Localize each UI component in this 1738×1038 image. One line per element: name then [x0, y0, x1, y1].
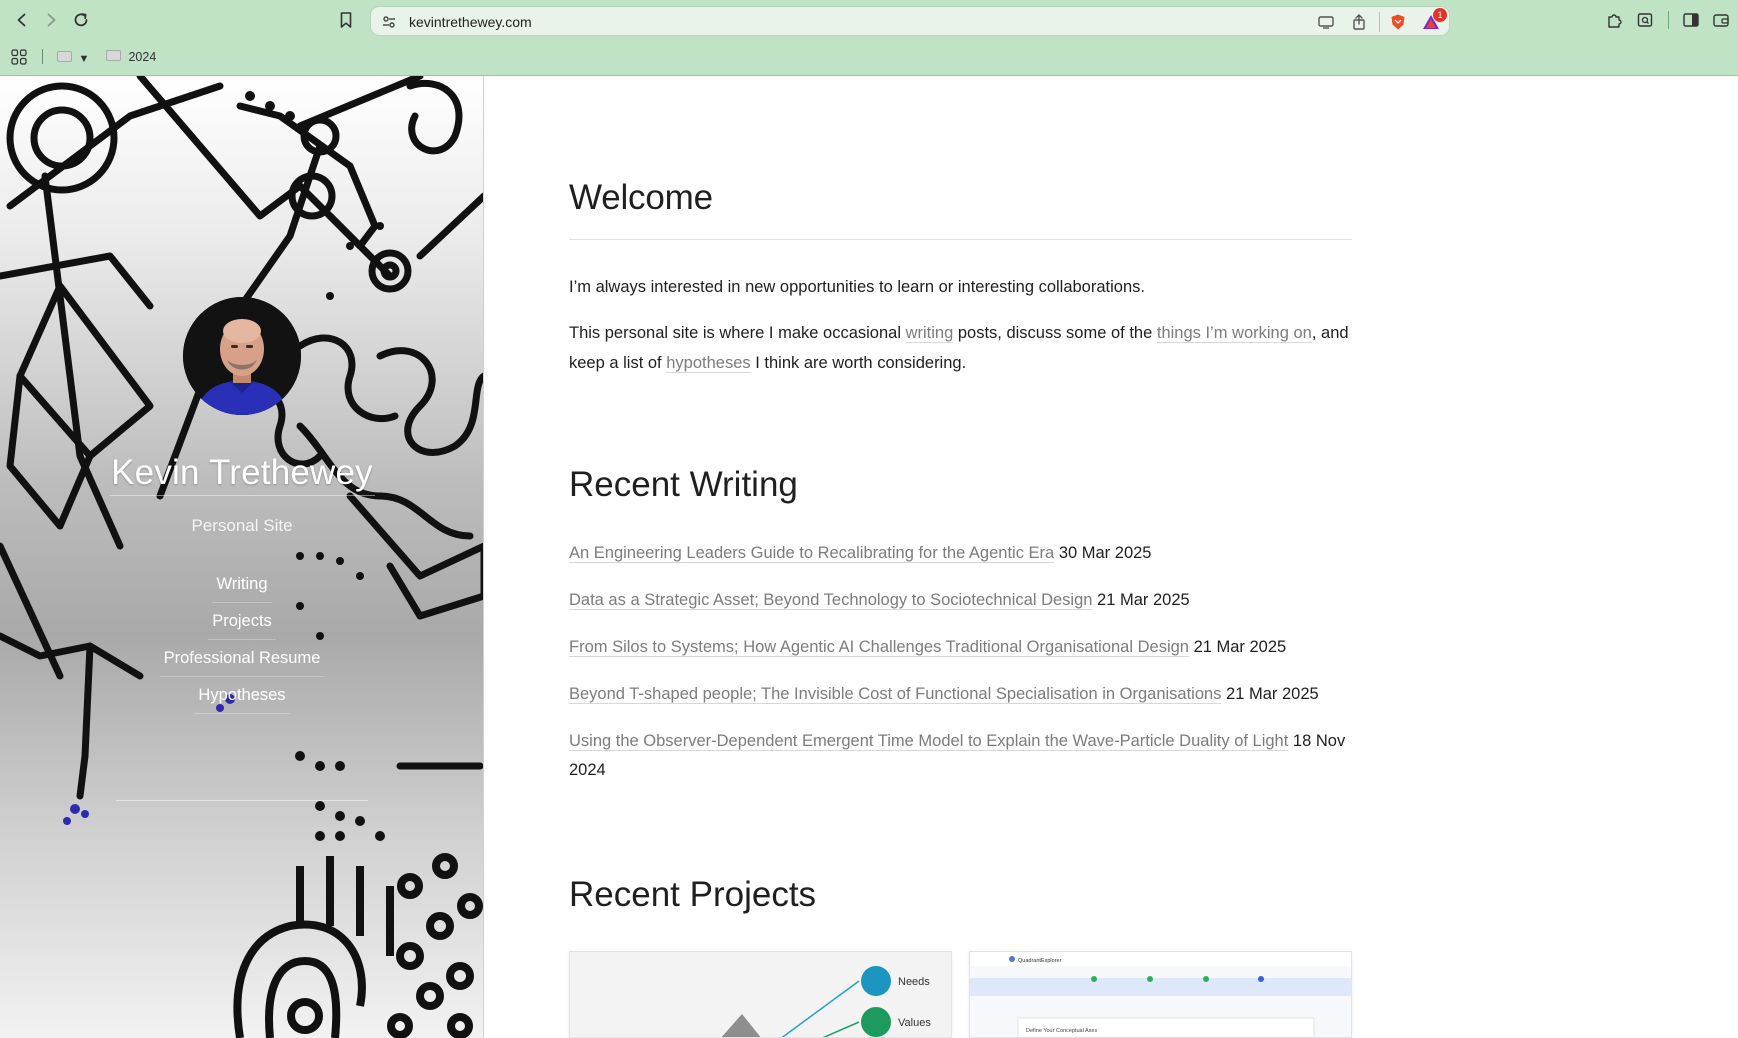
back-icon[interactable] — [10, 8, 34, 32]
recent-projects-heading: Recent Projects — [569, 875, 817, 914]
thumb-label-values: Values — [898, 1017, 931, 1029]
site-owner-name[interactable]: Kevin Trethewey — [0, 453, 483, 496]
post-link[interactable]: Data as a Strategic Asset; Beyond Techno… — [569, 591, 1093, 610]
nav-link-resume[interactable]: Professional Resume — [159, 640, 325, 677]
thumb-row-label: Define Your Conceptual Axes — [1026, 1028, 1097, 1034]
bookmark-folder-dropdown[interactable]: ▼ — [57, 51, 89, 65]
url-text[interactable]: kevintrethewey.com — [409, 14, 532, 30]
bookmarks-bar: ▼ 2024 — [0, 44, 1738, 70]
profile-sidebar: Kevin Trethewey Personal Site Writing Pr… — [0, 76, 484, 1038]
list-item: From Silos to Systems; How Agentic AI Ch… — [569, 633, 1352, 662]
extensions-icon[interactable] — [1603, 8, 1627, 32]
sidebar-nav: Writing Projects Professional Resume Hyp… — [0, 566, 483, 714]
writing-link[interactable]: writing — [905, 324, 954, 343]
sidebar-toggle-icon[interactable] — [1679, 8, 1703, 32]
sidebar-divider — [116, 800, 368, 801]
list-item: An Engineering Leaders Guide to Recalibr… — [569, 539, 1352, 568]
alert-badge: 1 — [1433, 8, 1447, 22]
reader-mode-icon[interactable] — [1633, 8, 1657, 32]
recent-writing-list: An Engineering Leaders Guide to Recalibr… — [569, 539, 1352, 803]
wallet-icon[interactable] — [1709, 8, 1733, 32]
cast-icon[interactable] — [1317, 14, 1335, 30]
recent-writing-heading: Recent Writing — [569, 465, 798, 504]
project-card-needs-values[interactable]: Needs Values — [569, 951, 952, 1038]
reload-icon[interactable] — [69, 8, 93, 32]
post-date: 30 Mar 2025 — [1058, 544, 1152, 562]
doodle-background-illustration — [0, 76, 483, 1038]
intro-paragraph-1: I’m always interested in new opportuniti… — [569, 278, 1145, 296]
welcome-heading: Welcome — [569, 178, 713, 217]
nav-link-writing[interactable]: Writing — [212, 566, 272, 603]
folder-icon — [106, 50, 121, 61]
post-date: 21 Mar 2025 — [1097, 591, 1190, 609]
list-item: Using the Observer-Dependent Emergent Ti… — [569, 727, 1352, 785]
forward-icon[interactable] — [39, 8, 63, 32]
list-item: Data as a Strategic Asset; Beyond Techno… — [569, 586, 1352, 615]
projects-link[interactable]: things I’m working on — [1156, 324, 1312, 343]
thumb-label-needs: Needs — [898, 976, 930, 988]
post-link[interactable]: An Engineering Leaders Guide to Recalibr… — [569, 544, 1055, 563]
bookmark-icon[interactable] — [334, 8, 358, 32]
project-thumbnail: Needs Values — [721, 966, 931, 1037]
thumb-app-name: QuadrantExplorer — [1018, 958, 1062, 964]
site-subtitle: Personal Site — [191, 516, 293, 535]
post-date: 21 Mar 2025 — [1193, 638, 1287, 656]
post-link[interactable]: From Silos to Systems; How Agentic AI Ch… — [569, 638, 1189, 657]
project-card-quadrant-explorer[interactable]: QuadrantExplorer Define Your Conceptual … — [969, 951, 1352, 1038]
nav-link-projects[interactable]: Projects — [208, 603, 276, 640]
post-link[interactable]: Using the Observer-Dependent Emergent Ti… — [569, 732, 1289, 751]
nav-link-hypotheses[interactable]: Hypotheses — [194, 677, 290, 714]
avatar — [183, 297, 301, 415]
address-bar[interactable]: kevintrethewey.com 1 — [370, 6, 1450, 36]
post-date: 21 Mar 2025 — [1226, 685, 1319, 703]
intro-paragraph-2: This personal site is where I make occas… — [569, 324, 1349, 373]
hypotheses-link[interactable]: hypotheses — [666, 354, 751, 373]
folder-icon — [57, 51, 72, 62]
list-item: Beyond T-shaped people; The Invisible Co… — [569, 680, 1352, 709]
site-settings-icon[interactable] — [381, 14, 397, 30]
project-thumbnail: QuadrantExplorer Define Your Conceptual … — [970, 952, 1351, 1037]
brave-shield-icon[interactable] — [1389, 13, 1407, 31]
share-icon[interactable] — [1351, 13, 1367, 31]
browser-toolbar: kevintrethewey.com 1 ▼ 2024 — [0, 0, 1738, 76]
post-link[interactable]: Beyond T-shaped people; The Invisible Co… — [569, 685, 1222, 704]
apps-grid-icon[interactable] — [11, 49, 27, 65]
heading-divider — [569, 239, 1352, 240]
bookmark-folder-2024[interactable]: 2024 — [106, 50, 156, 64]
